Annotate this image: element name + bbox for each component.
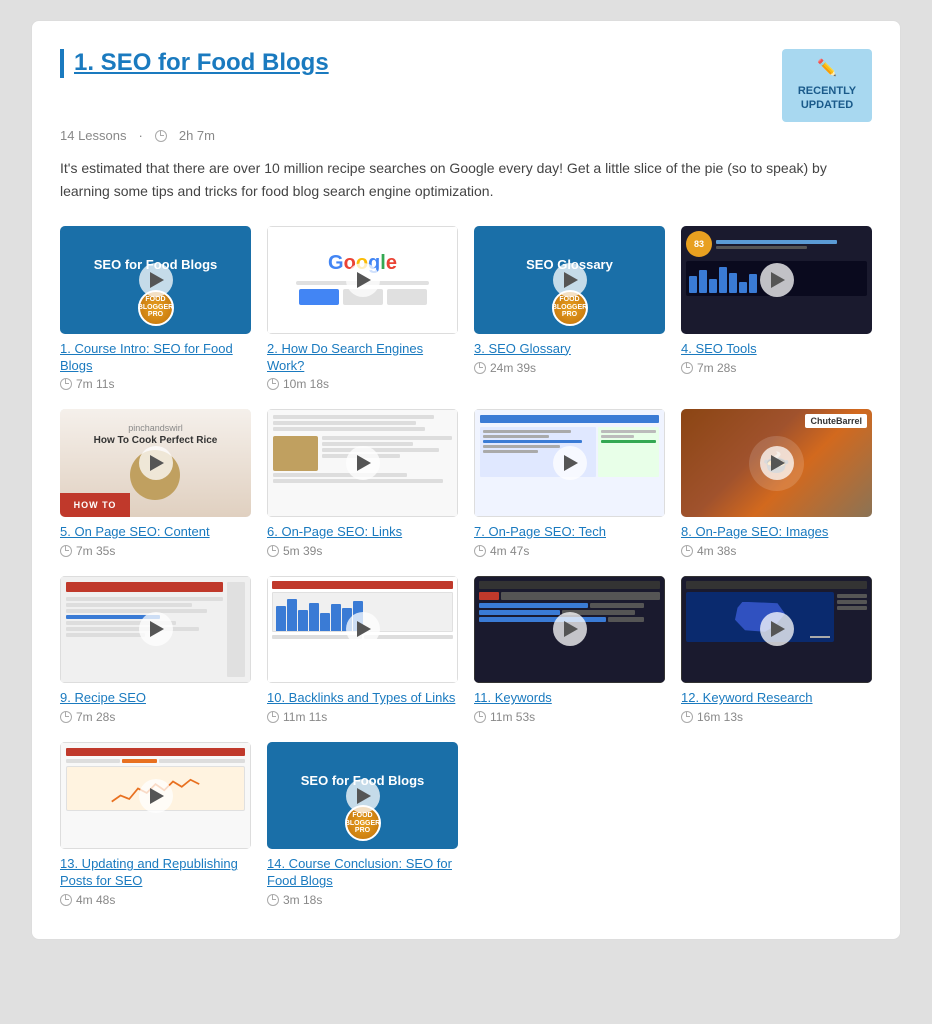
lesson-duration: 7m 11s [60, 377, 251, 391]
lesson-item: 12. Keyword Research 16m 13s [681, 576, 872, 724]
lesson-title-link[interactable]: 5. On Page SEO: Content [60, 524, 251, 541]
lesson-item: SEO for Food Blogs FOODBLOGGERPRO 14. Co… [267, 742, 458, 907]
duration-clock-icon [681, 711, 693, 723]
lesson-title-link[interactable]: 3. SEO Glossary [474, 341, 665, 358]
course-title[interactable]: 1. SEO for Food Blogs [60, 49, 329, 78]
lessons-count: 14 Lessons [60, 128, 127, 143]
duration-text: 4m 38s [697, 544, 736, 558]
lesson-thumbnail[interactable] [474, 409, 665, 516]
lesson-thumbnail[interactable]: SEO for Food Blogs FOODBLOGGERPRO [60, 226, 251, 333]
lesson-duration: 11m 53s [474, 710, 665, 724]
duration-text: 24m 39s [490, 361, 536, 375]
duration-text: 7m 35s [76, 544, 115, 558]
lesson-item: 🍲 ChuteBarrel 8. On-Page SEO: Images 4m 3… [681, 409, 872, 557]
duration-clock-icon [60, 545, 72, 557]
duration-text: 3m 18s [283, 893, 322, 907]
lesson-duration: 7m 28s [60, 710, 251, 724]
meta-separator: · [139, 128, 143, 143]
duration-clock-icon [60, 378, 72, 390]
duration-text: 7m 28s [76, 710, 115, 724]
clock-icon [155, 130, 167, 142]
lesson-title-link[interactable]: 6. On-Page SEO: Links [267, 524, 458, 541]
lesson-duration: 10m 18s [267, 377, 458, 391]
duration-clock-icon [681, 362, 693, 374]
header-row: 1. SEO for Food Blogs RECENTLYUPDATED [60, 49, 872, 122]
duration-clock-icon [474, 711, 486, 723]
lesson-item: 7. On-Page SEO: Tech 4m 47s [474, 409, 665, 557]
duration-clock-icon [267, 711, 279, 723]
lesson-thumbnail[interactable]: SEO for Food Blogs FOODBLOGGERPRO [267, 742, 458, 849]
lesson-item: 83 4. SEO Tools 7m 28s [681, 226, 872, 391]
duration-text: 4m 48s [76, 893, 115, 907]
lesson-duration: 4m 48s [60, 893, 251, 907]
lesson-title-link[interactable]: 12. Keyword Research [681, 690, 872, 707]
lesson-thumbnail[interactable]: 83 [681, 226, 872, 333]
lesson-item: 10. Backlinks and Types of Links 11m 11s [267, 576, 458, 724]
lesson-title-link[interactable]: 8. On-Page SEO: Images [681, 524, 872, 541]
lesson-thumbnail[interactable] [60, 742, 251, 849]
duration-text: 16m 13s [697, 710, 743, 724]
course-description: It's estimated that there are over 10 mi… [60, 157, 872, 202]
lesson-duration: 11m 11s [267, 710, 458, 724]
lesson-thumbnail[interactable]: Google [267, 226, 458, 333]
duration-text: 4m 47s [490, 544, 529, 558]
course-duration: 2h 7m [179, 128, 215, 143]
lesson-item: SEO for Food Blogs FOODBLOGGERPRO 1. Cou… [60, 226, 251, 391]
lesson-title-link[interactable]: 11. Keywords [474, 690, 665, 707]
lesson-duration: 16m 13s [681, 710, 872, 724]
lesson-thumbnail[interactable] [681, 576, 872, 683]
duration-clock-icon [474, 362, 486, 374]
lesson-item: SEO Glossary FOODBLOGGERPRO 3. SEO Gloss… [474, 226, 665, 391]
lesson-item: 11. Keywords 11m 53s [474, 576, 665, 724]
lesson-title-link[interactable]: 14. Course Conclusion: SEO for Food Blog… [267, 856, 458, 890]
duration-text: 7m 28s [697, 361, 736, 375]
duration-text: 10m 18s [283, 377, 329, 391]
meta-row: 14 Lessons · 2h 7m [60, 128, 872, 143]
recently-updated-badge: RECENTLYUPDATED [782, 49, 872, 122]
lessons-grid: SEO for Food Blogs FOODBLOGGERPRO 1. Cou… [60, 226, 872, 907]
lesson-duration: 4m 38s [681, 544, 872, 558]
duration-clock-icon [474, 545, 486, 557]
lesson-thumbnail[interactable] [267, 409, 458, 516]
lesson-duration: 7m 28s [681, 361, 872, 375]
duration-clock-icon [60, 711, 72, 723]
duration-text: 11m 11s [283, 710, 327, 724]
lesson-title-link[interactable]: 2. How Do Search Engines Work? [267, 341, 458, 375]
lesson-item: pinchandswirl How To Cook Perfect Rice H… [60, 409, 251, 557]
lesson-duration: 5m 39s [267, 544, 458, 558]
lesson-duration: 3m 18s [267, 893, 458, 907]
lesson-thumbnail[interactable] [60, 576, 251, 683]
duration-clock-icon [267, 894, 279, 906]
lesson-thumbnail[interactable] [267, 576, 458, 683]
duration-clock-icon [60, 894, 72, 906]
lesson-duration: 4m 47s [474, 544, 665, 558]
lesson-item: 6. On-Page SEO: Links 5m 39s [267, 409, 458, 557]
lesson-duration: 24m 39s [474, 361, 665, 375]
duration-clock-icon [681, 545, 693, 557]
lesson-title-link[interactable]: 4. SEO Tools [681, 341, 872, 358]
duration-clock-icon [267, 545, 279, 557]
lesson-item: 9. Recipe SEO 7m 28s [60, 576, 251, 724]
lesson-title-link[interactable]: 10. Backlinks and Types of Links [267, 690, 458, 707]
lesson-thumbnail[interactable]: 🍲 ChuteBarrel [681, 409, 872, 516]
lesson-title-link[interactable]: 7. On-Page SEO: Tech [474, 524, 665, 541]
course-card: 1. SEO for Food Blogs RECENTLYUPDATED 14… [31, 20, 901, 940]
duration-text: 5m 39s [283, 544, 322, 558]
lesson-thumbnail[interactable]: pinchandswirl How To Cook Perfect Rice H… [60, 409, 251, 516]
lesson-thumbnail[interactable]: SEO Glossary FOODBLOGGERPRO [474, 226, 665, 333]
lesson-item: Google 2. How Do Search Engines Work? 10m… [267, 226, 458, 391]
duration-text: 7m 11s [76, 377, 114, 391]
lesson-title-link[interactable]: 1. Course Intro: SEO for Food Blogs [60, 341, 251, 375]
duration-clock-icon [267, 378, 279, 390]
duration-text: 11m 53s [490, 710, 535, 724]
lesson-title-link[interactable]: 9. Recipe SEO [60, 690, 251, 707]
lesson-thumbnail[interactable] [474, 576, 665, 683]
lesson-duration: 7m 35s [60, 544, 251, 558]
lesson-title-link[interactable]: 13. Updating and Republishing Posts for … [60, 856, 251, 890]
lesson-item: 13. Updating and Republishing Posts for … [60, 742, 251, 907]
